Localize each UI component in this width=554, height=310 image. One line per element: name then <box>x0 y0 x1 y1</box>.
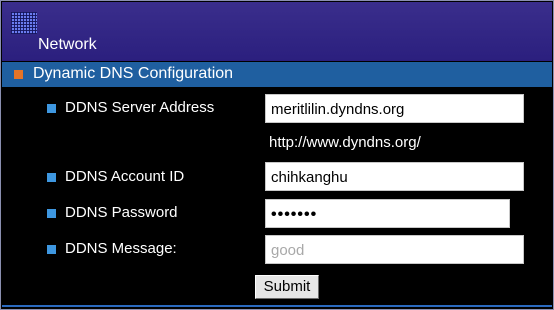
section-title: Dynamic DNS Configuration <box>33 65 234 82</box>
account-id-input[interactable]: chihkanghu <box>265 162 524 191</box>
server-address-label: DDNS Server Address <box>65 99 215 116</box>
ddns-config-window: Network Dynamic DNS Configuration DDNS S… <box>0 0 554 310</box>
page-title: Network <box>38 36 97 53</box>
password-label: DDNS Password <box>65 204 178 221</box>
blue-bullet-icon <box>47 104 56 113</box>
server-address-helper: http://www.dyndns.org/ <box>269 134 421 151</box>
orange-bullet-icon <box>14 70 23 79</box>
account-id-label: DDNS Account ID <box>65 168 185 185</box>
server-address-input[interactable]: meritlilin.dyndns.org <box>265 94 524 123</box>
grid-logo-icon <box>11 12 37 34</box>
blue-bullet-icon <box>47 245 56 254</box>
bottom-divider <box>2 305 552 307</box>
blue-bullet-icon <box>47 209 56 218</box>
message-label: DDNS Message: <box>65 240 177 257</box>
message-field: good <box>265 235 524 264</box>
submit-button[interactable]: Submit <box>255 275 319 299</box>
password-input[interactable]: ••••••• <box>265 199 510 228</box>
network-header: Network <box>2 2 552 61</box>
blue-bullet-icon <box>47 173 56 182</box>
